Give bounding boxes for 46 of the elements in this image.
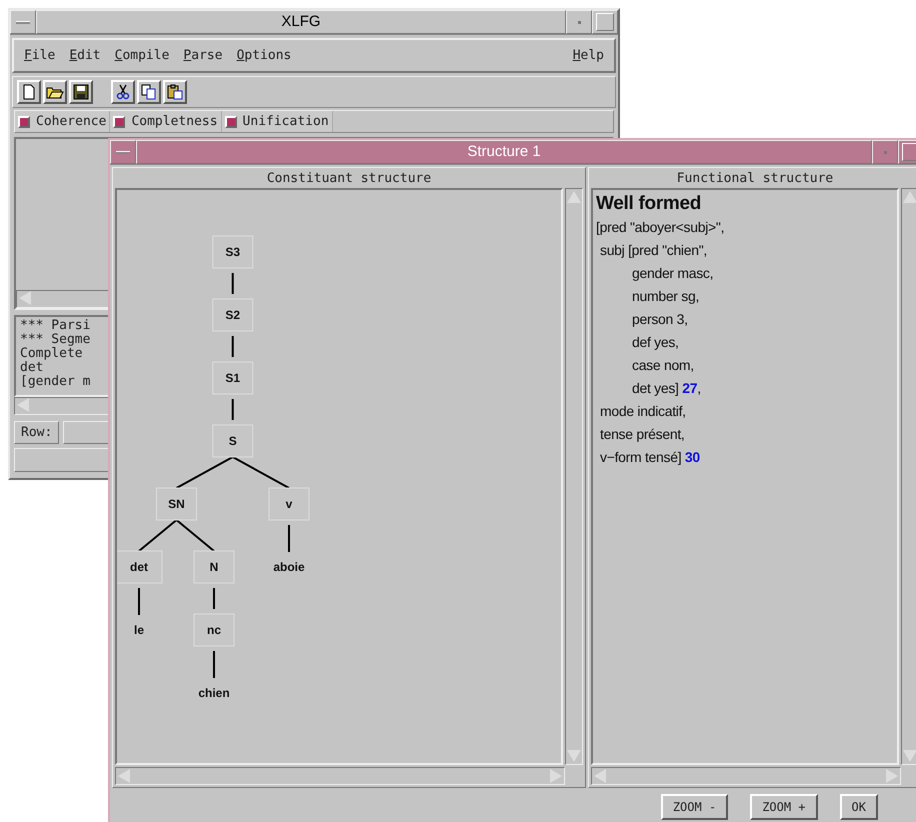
tree-node: S1 xyxy=(212,362,254,394)
word-label: aboie xyxy=(273,560,305,574)
feature-line: gender masc, xyxy=(631,264,714,283)
zoom-button[interactable]: ZOOM + xyxy=(750,794,818,820)
window-title: Structure 1 xyxy=(136,140,872,164)
feature-line: mode indicatif, xyxy=(599,402,687,421)
window-title: XLFG xyxy=(36,10,566,34)
option-checkbox[interactable]: Completness xyxy=(110,111,222,132)
feature-line: def yes, xyxy=(631,333,680,352)
log-line: *** Parsi xyxy=(20,319,90,333)
log-line: det xyxy=(20,361,44,375)
feature-line: det yes] 27, xyxy=(631,379,702,398)
feature-line: person 3, xyxy=(631,310,689,329)
menu-item[interactable]: Edit xyxy=(69,48,101,63)
tree-node: SN xyxy=(156,488,197,520)
log-line: Complete xyxy=(20,347,83,361)
feature-line: subj [pred "chien", xyxy=(599,241,708,260)
feature-line: v−form tensé] 30 xyxy=(599,448,701,467)
zoom-button[interactable]: OK xyxy=(840,794,878,820)
feature-line: [pred "aboyer<subj>", xyxy=(596,218,726,237)
pane-title: Functional structure xyxy=(676,170,834,188)
help-menu[interactable]: Help xyxy=(572,48,604,63)
status-heading: Well formed xyxy=(596,192,702,216)
option-checkbox[interactable]: Unification xyxy=(222,111,333,132)
word-label: chien xyxy=(198,686,230,700)
tree-node: v xyxy=(268,488,310,520)
tree-node: S2 xyxy=(212,298,254,332)
feature-line: number sg, xyxy=(631,287,700,306)
feature-line: case nom, xyxy=(631,356,695,375)
feature-line: tense présent, xyxy=(599,425,686,444)
word-label: le xyxy=(134,623,144,637)
pane-title: Constituant structure xyxy=(266,170,432,188)
tree-node: S xyxy=(212,424,254,458)
tree-node: nc xyxy=(194,614,234,646)
log-line: [gender m xyxy=(20,375,90,389)
menu-item[interactable]: Compile xyxy=(114,48,170,63)
tree-node: N xyxy=(194,550,234,584)
log-line: *** Segme xyxy=(20,333,90,347)
tree-node: S3 xyxy=(212,236,254,268)
row-label: Row: xyxy=(14,421,60,444)
menu-item[interactable]: Parse xyxy=(183,48,223,63)
tree-node: det xyxy=(117,550,162,584)
menu-item[interactable]: Options xyxy=(236,48,292,63)
zoom-button[interactable]: ZOOM - xyxy=(660,794,728,820)
menu-item[interactable]: File xyxy=(24,48,56,63)
option-checkbox[interactable]: Coherence xyxy=(15,111,110,132)
